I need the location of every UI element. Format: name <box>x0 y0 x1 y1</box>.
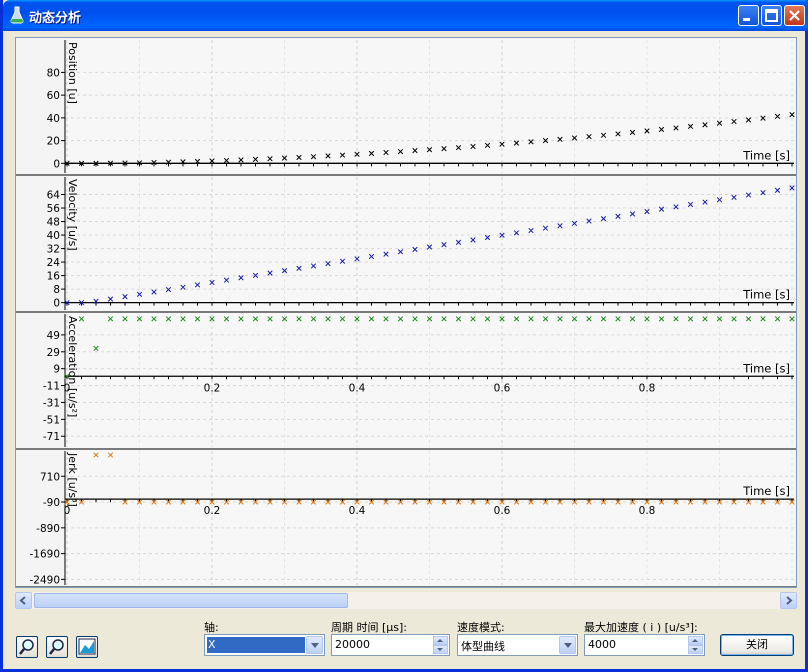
chart-panel-1: 0 816 2432 4048 5664 Velocity [u/s] Time [s] <box>16 176 796 313</box>
y-tick-label: 56 <box>47 203 61 215</box>
spin-up-icon[interactable] <box>688 636 703 645</box>
y-tick-label: -2490 <box>29 574 60 586</box>
x-tick-label: 0.4 <box>349 382 366 394</box>
minimize-icon <box>743 18 750 21</box>
close-icon <box>789 10 800 21</box>
y-tick-label: 48 <box>47 217 60 229</box>
y-tick-label: 60 <box>47 90 60 102</box>
x-axis-title: Time [s] <box>742 484 790 498</box>
x-tick-label: 0.6 <box>494 382 511 394</box>
y-axis-title: Position [u] <box>66 42 79 104</box>
scroll-right-button[interactable] <box>780 592 797 609</box>
axis-label: 轴: <box>204 621 219 634</box>
horizontal-scrollbar[interactable] <box>15 592 797 609</box>
plot-area[interactable]: 0 20 40 60 80 Position [u] Time [s] 0 8 16 24 32 40 4… <box>15 37 797 588</box>
minimize-button[interactable] <box>738 5 759 26</box>
axis-select[interactable]: X <box>204 634 325 656</box>
zoom-in-icon <box>19 639 34 655</box>
x-axis-title: Time [s] <box>742 148 790 162</box>
title-bar[interactable]: 动态分析 <box>3 0 808 31</box>
close-window-button[interactable] <box>784 5 805 26</box>
chart-icon <box>78 638 96 655</box>
spin-up-icon[interactable] <box>433 636 448 645</box>
chart-view-button[interactable] <box>76 636 98 658</box>
zoom-out-button[interactable] <box>46 636 68 658</box>
arrow-left-icon <box>19 596 26 605</box>
y-axis-title: Velocity [u/s] <box>66 179 79 251</box>
speed-mode-label: 速度模式: <box>457 621 505 634</box>
max-acceleration-label: 最大加速度 ( i ) [u/s³]: <box>584 621 698 634</box>
y-tick-label: 40 <box>47 230 60 242</box>
y-axis-title: Acceleration [u/s²] <box>66 316 79 417</box>
chevron-down-icon[interactable] <box>306 636 323 654</box>
close-button[interactable]: 关闭 <box>720 634 794 656</box>
spin-down-icon[interactable] <box>433 645 448 654</box>
y-tick-label: 29 <box>47 347 60 359</box>
speed-mode-value: 体型曲线 <box>461 640 505 653</box>
x-tick-label: 0.8 <box>639 382 656 394</box>
x-tick-label: 0.2 <box>204 382 221 394</box>
x-tick-label: 0.2 <box>204 505 221 517</box>
max-acceleration-field[interactable]: 4000 <box>584 634 705 656</box>
axis-value: X <box>208 638 216 651</box>
y-tick-label: 80 <box>47 67 60 79</box>
y-tick-label: -890 <box>36 523 60 535</box>
y-tick-label: 49 <box>47 330 60 342</box>
speed-mode-select[interactable]: 体型曲线 <box>457 634 578 656</box>
period-label: 周期 时间 [µs]: <box>331 621 408 634</box>
maximize-icon <box>765 9 778 22</box>
y-tick-label: -51 <box>43 414 60 426</box>
period-field[interactable]: 20000 <box>331 634 450 656</box>
y-tick-label: -71 <box>43 431 60 443</box>
arrow-right-icon <box>786 596 793 605</box>
y-tick-label: 16 <box>47 271 61 283</box>
zoom-in-button[interactable] <box>16 636 38 658</box>
chart-panel-2: -71-51-31-11929490 0.2 0.4 0.6 0.8Accelerati… <box>16 313 796 450</box>
window-title: 动态分析 <box>29 11 82 26</box>
y-tick-label: 710 <box>40 471 60 483</box>
y-tick-label: 20 <box>47 136 60 148</box>
y-tick-label: -1690 <box>29 549 60 561</box>
y-tick-label: 9 <box>53 364 60 376</box>
y-tick-label: 0 <box>53 298 60 310</box>
scroll-left-button[interactable] <box>15 592 32 609</box>
y-tick-label: 0 <box>53 158 60 170</box>
period-value: 20000 <box>335 638 370 651</box>
y-tick-label: 24 <box>47 257 61 269</box>
chevron-down-icon[interactable] <box>559 636 576 654</box>
spin-down-icon[interactable] <box>688 645 703 654</box>
maximize-button[interactable] <box>761 5 782 26</box>
y-tick-label: 40 <box>47 113 60 125</box>
y-tick-label: -11 <box>43 381 60 393</box>
y-tick-label: -31 <box>43 397 60 409</box>
zoom-out-icon <box>49 639 64 655</box>
x-tick-label: 0.4 <box>349 505 366 517</box>
x-axis-title: Time [s] <box>742 288 790 302</box>
x-tick-label: 0.8 <box>639 505 656 517</box>
chart-panel-3: -2490 -1690 -890 -90 710 0 0.2 0.4 0.6 0.8 Jerk [u… <box>16 450 796 587</box>
max-acceleration-value: 4000 <box>588 638 616 651</box>
flask-icon <box>10 6 24 24</box>
y-axis-title: Jerk [u/s³] <box>66 452 79 507</box>
x-tick-label: 0 <box>64 505 71 517</box>
chart-panel-0: 0 20 40 60 80 Position [u] Time [s] <box>16 39 796 176</box>
scroll-thumb[interactable] <box>34 593 348 608</box>
dynamic-analysis-window: 动态分析 0 20 40 60 80 Position [u] Time [s] 0 8 16 24… <box>0 0 808 672</box>
y-tick-label: 8 <box>53 284 60 296</box>
y-tick-label: -90 <box>43 497 60 509</box>
dynamics-charts: 020406080 Position [u]Time [s]08162432404… <box>16 39 796 587</box>
y-tick-label: 64 <box>47 190 61 202</box>
y-tick-label: 32 <box>47 244 60 256</box>
x-axis-title: Time [s] <box>742 361 790 375</box>
x-tick-label: 0.6 <box>494 505 511 517</box>
